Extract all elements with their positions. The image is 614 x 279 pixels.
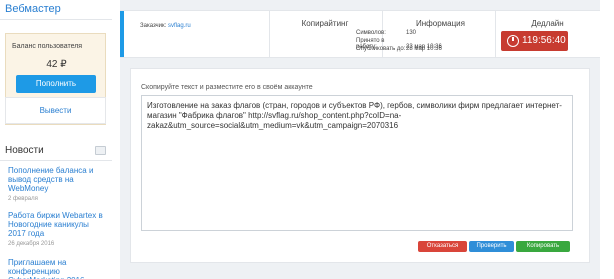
info-value: 28 мар 10:36 <box>406 46 442 52</box>
info-label: Опубликовать до: <box>356 46 406 52</box>
site-link[interactable]: svflag.ru <box>168 23 191 29</box>
news-header: Новости <box>5 145 44 156</box>
news-title[interactable]: Приглашаем на конференцию CyberMarketing… <box>8 258 108 279</box>
balance-label: Баланс пользователя <box>12 43 83 50</box>
copy-button[interactable]: Копировать <box>516 241 570 252</box>
main-panel: Заказчик: svflag.ru Копирайтинг Информац… <box>120 0 600 279</box>
site-label: Заказчик: <box>140 23 167 29</box>
deadline-time: 119:56:40 <box>522 35 566 46</box>
accent-bar <box>120 11 124 57</box>
balance-value: 42 ₽ <box>46 59 67 70</box>
stopwatch-icon <box>507 35 519 47</box>
withdraw-link[interactable]: Вывести <box>6 106 105 115</box>
column-divider <box>269 11 270 57</box>
divider <box>0 19 112 20</box>
topup-button[interactable]: Пополнить <box>16 75 96 93</box>
info-title: Информация <box>416 19 465 28</box>
user-role-title[interactable]: Вебмастер <box>5 3 61 15</box>
news-item: Приглашаем на конференцию CyberMarketing… <box>8 258 108 279</box>
info-value: 130 <box>406 30 417 36</box>
order-summary-row: Заказчик: svflag.ru Копирайтинг Информац… <box>120 10 600 58</box>
divider <box>0 160 112 161</box>
info-row-publish-by: Опубликовать до:28 мар 10:36 <box>356 46 486 52</box>
task-card: Скопируйте текст и разместите его в своё… <box>130 68 590 263</box>
news-item: Пополнение баланса и вывод средств на We… <box>8 166 108 202</box>
news-item: Работа биржи Webartex в Новогодние каник… <box>8 211 108 247</box>
reject-button[interactable]: Отказаться <box>418 241 467 252</box>
info-row-symbols: Символов: 130 <box>356 30 486 36</box>
task-text-area[interactable]: Изготовление на заказ флагов (стран, гор… <box>141 95 573 231</box>
news-date: 26 декабря 2016 <box>8 241 55 247</box>
deadline-title: Дедлайн <box>531 19 564 28</box>
news-title[interactable]: Работа биржи Webartex в Новогодние каник… <box>8 211 108 238</box>
news-date: 2 февраля <box>8 196 38 202</box>
withdraw-card: Вывести <box>5 97 106 124</box>
deadline-timer: 119:56:40 <box>501 31 568 51</box>
news-feed-icon[interactable] <box>95 146 106 155</box>
site-info: Заказчик: svflag.ru <box>140 23 191 29</box>
sidebar: Вебмастер Баланс пользователя 42 ₽ Попол… <box>0 0 112 279</box>
task-type: Копирайтинг <box>301 19 349 28</box>
column-divider <box>495 11 496 57</box>
news-title[interactable]: Пополнение баланса и вывод средств на We… <box>8 166 108 193</box>
check-button[interactable]: Проверить <box>469 241 514 252</box>
info-label: Символов: <box>356 30 386 36</box>
task-instruction: Скопируйте текст и разместите его в своё… <box>141 84 313 91</box>
